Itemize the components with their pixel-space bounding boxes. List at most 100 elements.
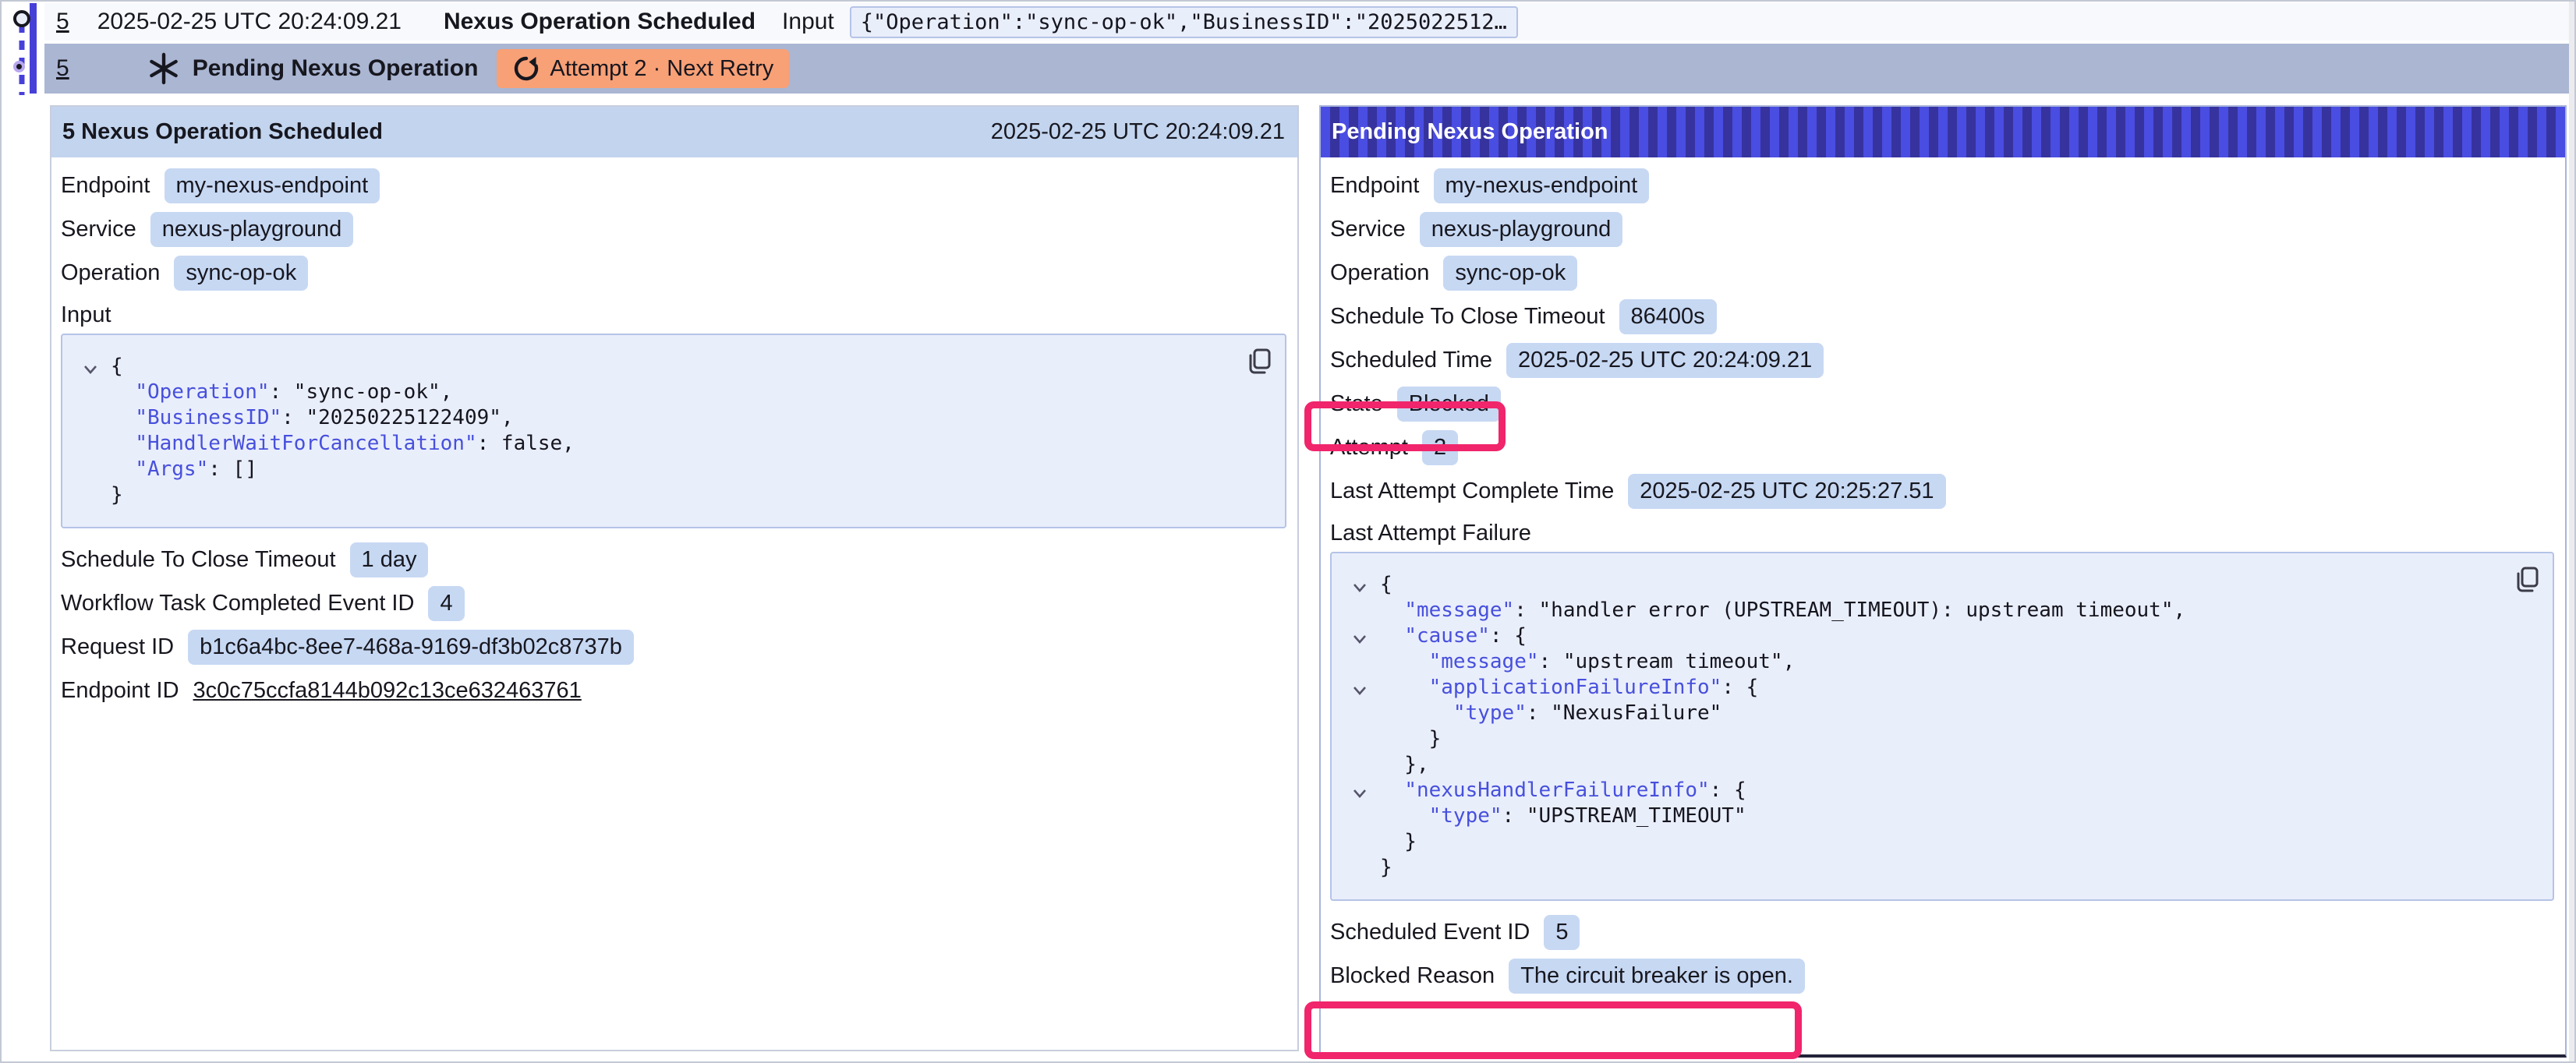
field-last-attempt-complete-time: Last Attempt Complete Time 2025-02-25 UT…: [1330, 472, 2554, 510]
fold-gutter-spacer: [1352, 855, 1380, 881]
code-text: "nexusHandlerFailureInfo": {: [1380, 778, 1746, 803]
endpoint-id-link[interactable]: 3c0c75ccfa8144b092c13ce632463761: [193, 678, 582, 704]
blocked-reason-badge: The circuit breaker is open.: [1509, 959, 1805, 994]
field-schedule-to-close-timeout: Schedule To Close Timeout 1 day: [61, 541, 1286, 578]
field-value-badge: b1c6a4bc-8ee7-468a-9169-df3b02c8737b: [188, 630, 634, 665]
field-scheduled-time: Scheduled Time 2025-02-25 UTC 20:24:09.2…: [1330, 341, 2554, 379]
code-line: {: [1352, 572, 2532, 598]
field-value-badge: sync-op-ok: [1443, 256, 1577, 291]
pending-card-body: Endpoint my-nexus-endpoint Service nexus…: [1321, 157, 2565, 994]
nexus-operation-scheduled-card: 5 Nexus Operation Scheduled 2025-02-25 U…: [50, 105, 1299, 1051]
field-label: Endpoint: [61, 173, 150, 199]
field-label: Last Attempt Complete Time: [1330, 479, 1614, 504]
field-value-badge: nexus-playground: [150, 212, 354, 247]
code-line: "type": "UPSTREAM_TIMEOUT": [1352, 803, 2532, 829]
field-label: Operation: [61, 260, 160, 286]
code-line: "BusinessID": "20250225122409",: [83, 405, 1265, 431]
field-endpoint: Endpoint my-nexus-endpoint: [61, 167, 1286, 204]
fold-gutter-spacer: [83, 380, 111, 405]
code-line: {: [83, 354, 1265, 380]
code-line: }: [83, 482, 1265, 508]
fold-gutter-spacer: [83, 431, 111, 457]
field-endpoint-id: Endpoint ID 3c0c75ccfa8144b092c13ce63246…: [61, 672, 1286, 709]
field-value-badge: sync-op-ok: [174, 256, 308, 291]
field-label: State: [1330, 391, 1383, 417]
retry-badge: Attempt 2 · Next Retry: [497, 49, 789, 88]
fold-chevron-icon[interactable]: [1352, 623, 1380, 649]
field-value-badge: 2025-02-25 UTC 20:25:27.51: [1628, 474, 1945, 509]
pending-event-id-link[interactable]: 5: [56, 55, 69, 82]
field-blocked-reason: Blocked Reason The circuit breaker is op…: [1330, 957, 2554, 994]
copy-icon[interactable]: [1244, 348, 1272, 378]
pending-card-title: Pending Nexus Operation: [1332, 119, 1608, 145]
field-scheduled-event-id: Scheduled Event ID 5: [1330, 913, 2554, 951]
field-last-attempt-failure-label: Last Attempt Failure: [1330, 517, 2554, 549]
timeline-dashed-connector: [19, 23, 26, 95]
field-workflow-task-completed-event-id: Workflow Task Completed Event ID 4: [61, 584, 1286, 622]
event-title: Nexus Operation Scheduled: [444, 9, 755, 35]
code-text: "BusinessID": "20250225122409",: [111, 405, 514, 431]
code-line: "message": "upstream timeout",: [1352, 649, 2532, 675]
event-id-link[interactable]: 5: [56, 9, 69, 35]
field-value-badge: 86400s: [1619, 299, 1717, 334]
code-line: "Operation": "sync-op-ok",: [83, 380, 1265, 405]
field-label: Input: [61, 302, 111, 328]
code-line: }: [1352, 855, 2532, 881]
code-text: "Operation": "sync-op-ok",: [111, 380, 452, 405]
field-service: Service nexus-playground: [61, 210, 1286, 248]
fold-gutter-spacer: [1352, 701, 1380, 726]
code-line: "applicationFailureInfo": {: [1352, 675, 2532, 701]
code-line: "nexusHandlerFailureInfo": {: [1352, 778, 2532, 803]
code-line: "Args": []: [83, 457, 1265, 482]
fold-chevron-icon[interactable]: [1352, 675, 1380, 701]
field-value-badge: nexus-playground: [1420, 212, 1623, 247]
state-badge: Blocked: [1397, 387, 1501, 422]
code-text: "type": "NexusFailure": [1380, 701, 1721, 726]
retry-icon: [512, 55, 540, 83]
event-row-pending-nexus-operation[interactable]: 5 Pending Nexus Operation Attempt 2 · Ne…: [44, 44, 2572, 94]
code-line: "HandlerWaitForCancellation": false,: [83, 431, 1265, 457]
field-label: Schedule To Close Timeout: [1330, 304, 1605, 330]
code-line: "type": "NexusFailure": [1352, 701, 2532, 726]
field-value-badge: my-nexus-endpoint: [165, 168, 380, 203]
fold-gutter-spacer: [1352, 752, 1380, 778]
copy-icon[interactable]: [2512, 566, 2540, 596]
fold-chevron-icon[interactable]: [1352, 572, 1380, 598]
field-label: Operation: [1330, 260, 1429, 286]
field-value-badge: 2025-02-25 UTC 20:24:09.21: [1506, 343, 1824, 378]
fold-gutter-spacer: [1352, 598, 1380, 623]
field-value-badge: 2: [1422, 430, 1458, 465]
field-label: Service: [61, 217, 136, 242]
field-operation: Operation sync-op-ok: [61, 254, 1286, 291]
field-operation: Operation sync-op-ok: [1330, 254, 2554, 291]
scheduled-card-timestamp: 2025-02-25 UTC 20:24:09.21: [991, 119, 1285, 145]
fold-gutter-spacer: [1352, 803, 1380, 829]
input-json-block: { "Operation": "sync-op-ok", "BusinessID…: [61, 334, 1286, 528]
timeline-event-circle-icon: [13, 10, 30, 27]
field-value-badge: 5: [1544, 915, 1580, 950]
field-label: Schedule To Close Timeout: [61, 547, 336, 573]
field-label: Endpoint: [1330, 173, 1420, 199]
pending-row-title: Pending Nexus Operation: [193, 55, 479, 82]
pending-asterisk-icon: [147, 52, 180, 85]
code-line: },: [1352, 752, 2532, 778]
field-label: Endpoint ID: [61, 678, 179, 704]
field-state: State Blocked: [1330, 385, 2554, 422]
temporal-event-history-screen: 5 2025-02-25 UTC 20:24:09.21 Nexus Opera…: [0, 0, 2576, 1063]
fold-chevron-icon[interactable]: [1352, 778, 1380, 803]
fold-chevron-icon[interactable]: [83, 354, 111, 380]
scheduled-card-body: Endpoint my-nexus-endpoint Service nexus…: [51, 157, 1297, 709]
field-schedule-to-close-timeout: Schedule To Close Timeout 86400s: [1330, 298, 2554, 335]
fold-gutter-spacer: [83, 405, 111, 431]
code-text: }: [1380, 726, 1441, 752]
field-endpoint: Endpoint my-nexus-endpoint: [1330, 167, 2554, 204]
event-row-nexus-operation-scheduled[interactable]: 5 2025-02-25 UTC 20:24:09.21 Nexus Opera…: [44, 3, 2572, 41]
code-text: },: [1380, 752, 1429, 778]
retry-badge-label: Attempt 2 · Next Retry: [550, 56, 773, 82]
scrollbar-gutter[interactable]: [2569, 2, 2574, 1061]
code-text: }: [1380, 829, 1417, 855]
fold-gutter-spacer: [1352, 649, 1380, 675]
code-text: "type": "UPSTREAM_TIMEOUT": [1380, 803, 1746, 829]
field-label: Last Attempt Failure: [1330, 521, 1531, 546]
field-label: Blocked Reason: [1330, 963, 1495, 989]
